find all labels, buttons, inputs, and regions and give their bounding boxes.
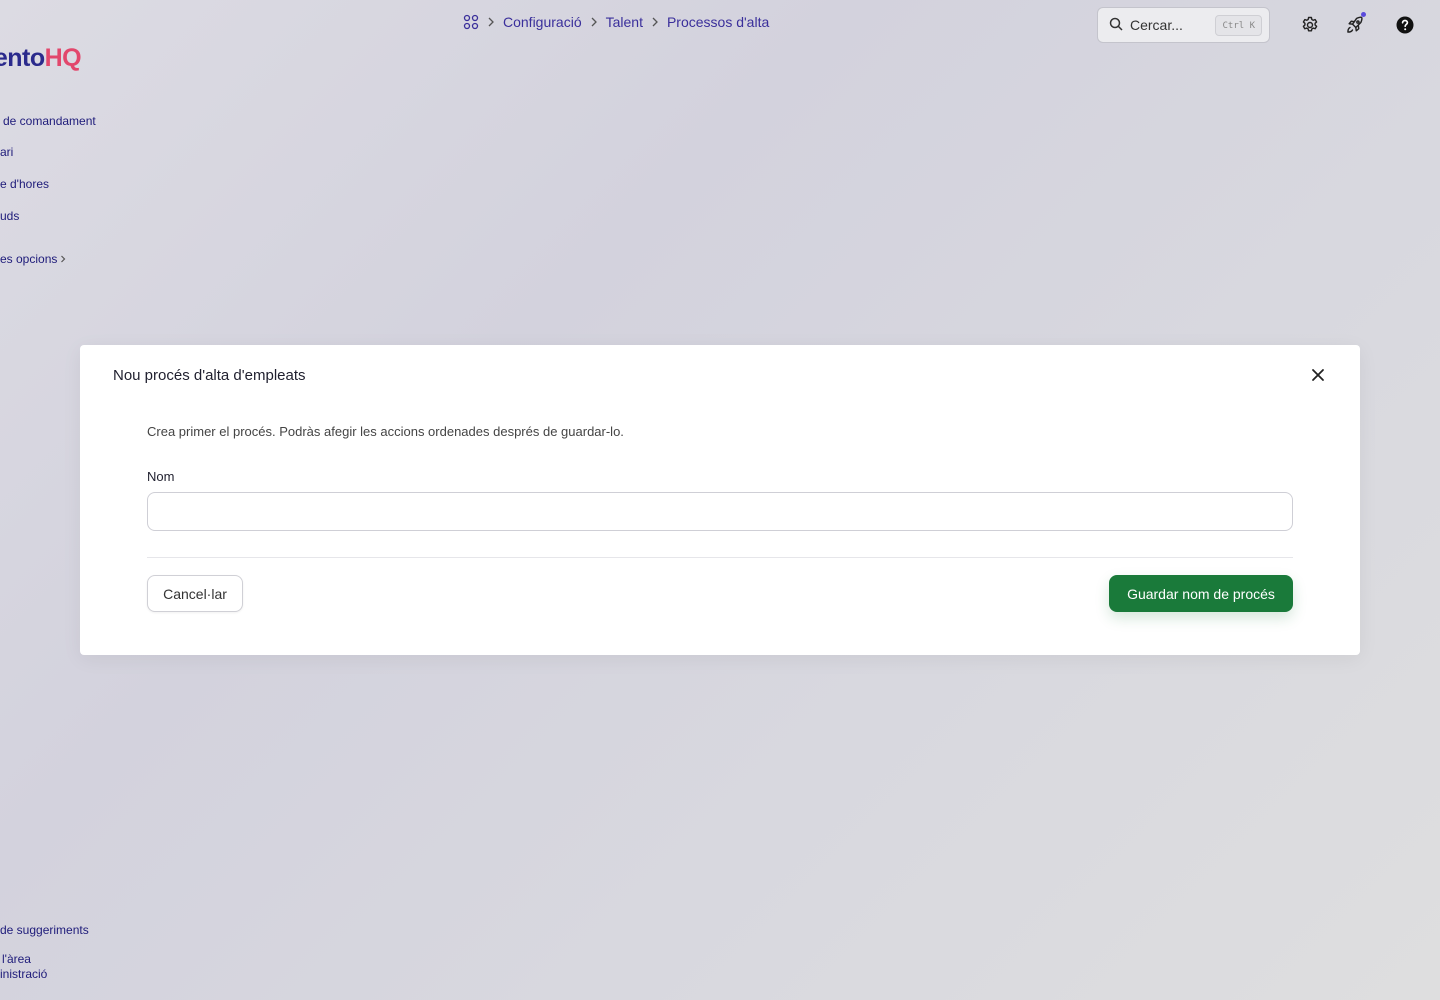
new-onboarding-process-dialog: Nou procés d'alta d'empleats Crea primer… (80, 345, 1360, 655)
settings-gear-icon[interactable] (1299, 14, 1321, 36)
breadcrumb-item-onboarding[interactable]: Processos d'alta (667, 14, 769, 30)
cancel-button[interactable]: Cancel·lar (147, 575, 243, 612)
dialog-title: Nou procés d'alta d'empleats (113, 367, 306, 384)
breadcrumb-item-settings[interactable]: Configuració (503, 14, 582, 30)
logo-text-primary: alento (0, 44, 45, 72)
name-field-label: Nom (147, 469, 175, 484)
notification-dot (1361, 12, 1366, 17)
chevron-right-icon (590, 15, 598, 30)
sidebar-item-admin-area[interactable]: l'àrea (2, 952, 31, 966)
sidebar-item-requests[interactable]: uds (0, 209, 19, 223)
sidebar-item-suggestions[interactable]: de suggeriments (0, 923, 89, 937)
app-logo[interactable]: alentoHQ (0, 44, 82, 73)
chevron-right-icon (651, 15, 659, 30)
breadcrumb-item-talent[interactable]: Talent (606, 14, 643, 30)
breadcrumb: Configuració Talent Processos d'alta (463, 14, 769, 30)
search-box[interactable]: Cercar... Ctrl K (1097, 7, 1270, 43)
close-icon[interactable] (1310, 367, 1326, 383)
sidebar-item-command-center[interactable]: de comandament (3, 114, 96, 128)
sidebar-item-admin-area-line2[interactable]: inistració (0, 967, 47, 981)
chevron-right-icon (59, 252, 67, 266)
search-shortcut-badge: Ctrl K (1215, 15, 1262, 36)
search-icon (1109, 17, 1123, 34)
name-input[interactable] (147, 492, 1293, 531)
dialog-description: Crea primer el procés. Podràs afegir les… (147, 424, 624, 439)
sidebar-item-calendar[interactable]: ari (0, 145, 13, 159)
save-process-name-button[interactable]: Guardar nom de procés (1109, 575, 1293, 612)
help-icon[interactable] (1394, 14, 1416, 36)
logo-text-accent: HQ (44, 44, 82, 72)
search-placeholder: Cercar... (1130, 17, 1183, 33)
sidebar-item-more-options[interactable]: es opcions (0, 252, 67, 266)
divider (147, 557, 1293, 558)
sidebar-item-time-tracking[interactable]: e d'hores (0, 177, 49, 191)
chevron-right-icon (487, 15, 495, 30)
apps-grid-icon[interactable] (463, 14, 479, 30)
rocket-icon[interactable] (1344, 12, 1366, 36)
